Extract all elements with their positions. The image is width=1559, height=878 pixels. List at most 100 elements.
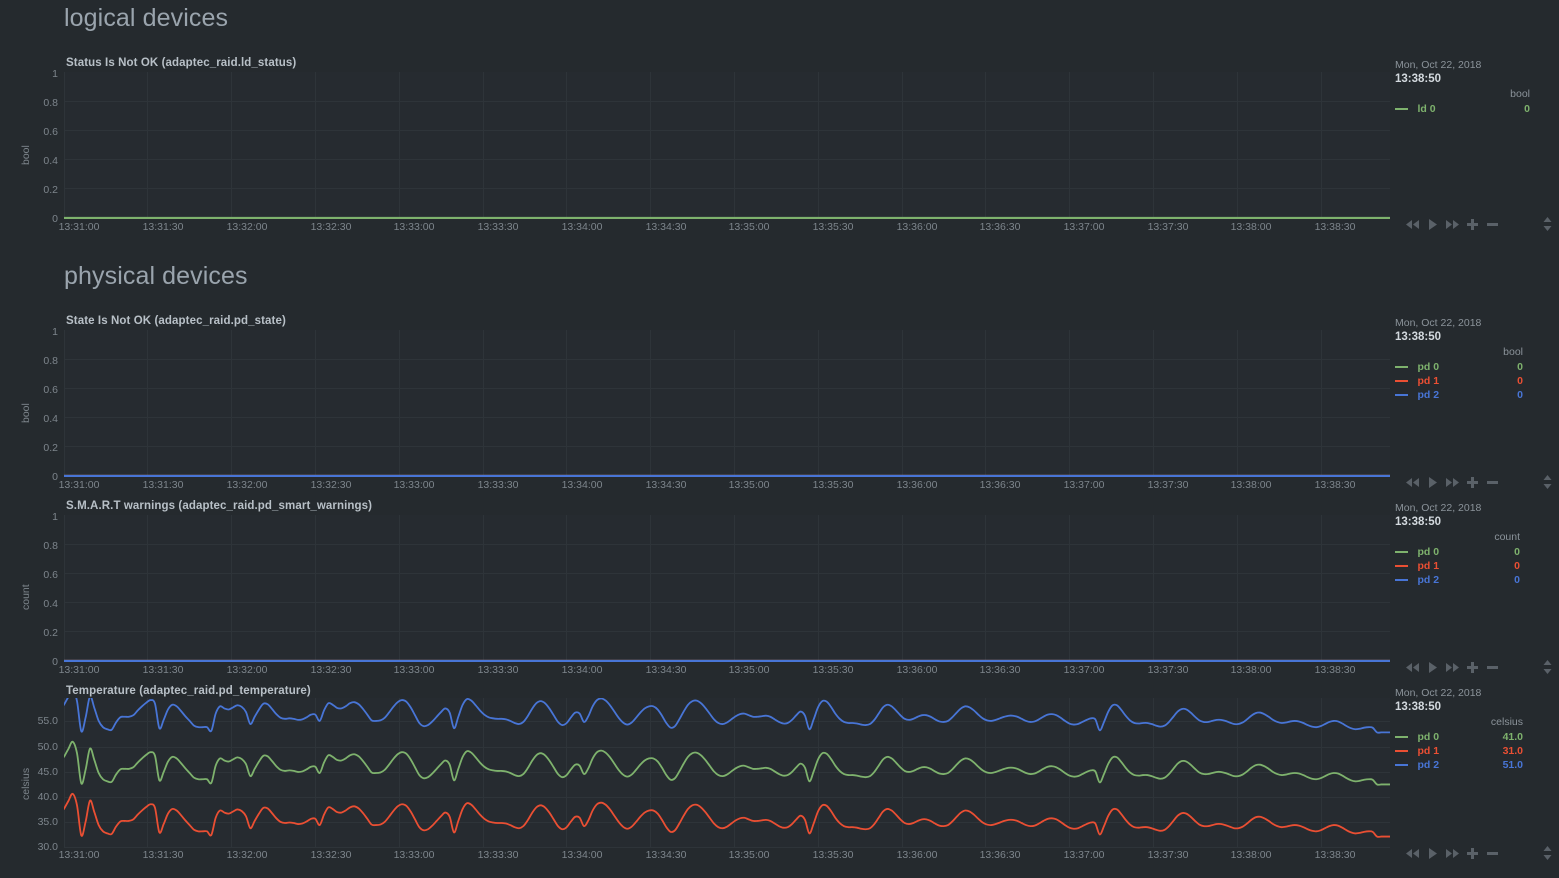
y-tick: 0.4 bbox=[43, 413, 58, 425]
legend-color-swatch bbox=[1395, 735, 1408, 738]
x-tick: 13:38:30 bbox=[1314, 479, 1356, 491]
x-tick: 13:38:30 bbox=[1314, 664, 1356, 676]
x-tick: 13:34:30 bbox=[645, 221, 687, 233]
legend-item[interactable]: pd 2 51.0 bbox=[1395, 758, 1523, 772]
plot-area-pd-state[interactable] bbox=[64, 330, 1390, 477]
legend-series-value: 0 bbox=[1517, 375, 1523, 387]
x-tick: 13:38:30 bbox=[1314, 221, 1356, 233]
panel-controls-pd-temperature bbox=[1404, 845, 1559, 861]
gridlines bbox=[64, 330, 1390, 477]
play-button[interactable] bbox=[1424, 659, 1441, 675]
rewind-button[interactable] bbox=[1404, 474, 1421, 490]
y-tick: 35.0 bbox=[37, 816, 58, 828]
y-tick: 0.6 bbox=[43, 569, 58, 581]
legend-color-swatch bbox=[1395, 365, 1408, 368]
series-pd-2 bbox=[64, 698, 1390, 734]
x-tick: 13:32:00 bbox=[226, 849, 268, 861]
x-tick: 13:38:00 bbox=[1230, 221, 1272, 233]
fast-forward-button[interactable] bbox=[1444, 845, 1461, 861]
y-tick: 45.0 bbox=[37, 766, 58, 778]
resize-handle[interactable] bbox=[1539, 474, 1556, 490]
zoom-in-button[interactable] bbox=[1464, 659, 1481, 675]
legend-series-name: ld 0 bbox=[1417, 103, 1436, 115]
zoom-out-button[interactable] bbox=[1484, 659, 1501, 675]
legend-time: 13:38:50 bbox=[1395, 701, 1442, 713]
panel-title-pd-smart-warnings: S.M.A.R.T warnings (adaptec_raid.pd_smar… bbox=[66, 500, 373, 512]
panel-controls-ld-status bbox=[1404, 216, 1559, 232]
section-header-physical-devices: physical devices bbox=[64, 262, 248, 290]
series-pd-0 bbox=[64, 740, 1390, 786]
zoom-out-button[interactable] bbox=[1484, 216, 1501, 232]
x-tick: 13:34:30 bbox=[645, 664, 687, 676]
legend-series-name: pd 0 bbox=[1417, 361, 1440, 373]
x-tick: 13:33:30 bbox=[477, 849, 519, 861]
x-tick: 13:35:30 bbox=[812, 479, 854, 491]
legend-item[interactable]: ld 0 0 bbox=[1395, 102, 1530, 116]
x-tick: 13:33:00 bbox=[393, 221, 435, 233]
legend-series-value: 0 bbox=[1517, 361, 1523, 373]
play-button[interactable] bbox=[1424, 474, 1441, 490]
x-tick: 13:31:00 bbox=[58, 221, 100, 233]
y-tick: 0.8 bbox=[43, 355, 58, 367]
x-tick: 13:34:00 bbox=[561, 849, 603, 861]
x-tick: 13:36:30 bbox=[979, 479, 1021, 491]
rewind-button[interactable] bbox=[1404, 845, 1421, 861]
x-tick: 13:35:30 bbox=[812, 221, 854, 233]
x-tick: 13:33:30 bbox=[477, 221, 519, 233]
legend-series-name: pd 1 bbox=[1417, 375, 1440, 387]
plot-area-pd-temperature[interactable] bbox=[64, 698, 1390, 848]
fast-forward-button[interactable] bbox=[1444, 659, 1461, 675]
panel-title-pd-temperature: Temperature (adaptec_raid.pd_temperature… bbox=[66, 685, 311, 697]
legend-pd-smart-warnings: Mon, Oct 22, 2018 13:38:50 count pd 0 0 … bbox=[1395, 501, 1520, 587]
resize-handle[interactable] bbox=[1539, 659, 1556, 675]
x-tick: 13:38:00 bbox=[1230, 479, 1272, 491]
legend-time: 13:38:50 bbox=[1395, 73, 1442, 85]
zoom-out-button[interactable] bbox=[1484, 845, 1501, 861]
x-tick: 13:31:00 bbox=[58, 479, 100, 491]
plot-svg-pd-temperature bbox=[64, 698, 1390, 848]
y-tick: 0.8 bbox=[43, 97, 58, 109]
zoom-out-button[interactable] bbox=[1484, 474, 1501, 490]
legend-item[interactable]: pd 2 0 bbox=[1395, 573, 1520, 587]
legend-date: Mon, Oct 22, 2018 bbox=[1395, 687, 1482, 699]
play-button[interactable] bbox=[1424, 845, 1441, 861]
play-button[interactable] bbox=[1424, 216, 1441, 232]
x-tick: 13:33:30 bbox=[477, 664, 519, 676]
plot-svg-pd-state bbox=[64, 330, 1390, 477]
legend-series-value: 0 bbox=[1517, 389, 1523, 401]
legend-color-swatch bbox=[1395, 564, 1408, 567]
zoom-in-button[interactable] bbox=[1464, 216, 1481, 232]
x-tick: 13:32:30 bbox=[310, 479, 352, 491]
y-tick: 55.0 bbox=[37, 715, 58, 727]
y-tick: 50.0 bbox=[37, 741, 58, 753]
y-tick: 0 bbox=[52, 471, 58, 483]
legend-color-swatch bbox=[1395, 107, 1408, 110]
legend-series-value: 31.0 bbox=[1502, 745, 1523, 757]
zoom-in-button[interactable] bbox=[1464, 474, 1481, 490]
legend-ld-status: Mon, Oct 22, 2018 13:38:50 bool ld 0 0 bbox=[1395, 58, 1530, 116]
gridlines bbox=[64, 698, 1390, 848]
legend-color-swatch bbox=[1395, 379, 1408, 382]
x-tick: 13:32:30 bbox=[310, 221, 352, 233]
x-tick: 13:37:00 bbox=[1063, 849, 1105, 861]
legend-date: Mon, Oct 22, 2018 bbox=[1395, 502, 1482, 514]
rewind-button[interactable] bbox=[1404, 659, 1421, 675]
fast-forward-button[interactable] bbox=[1444, 216, 1461, 232]
legend-series-value: 41.0 bbox=[1502, 731, 1523, 743]
plot-svg-pd-smart-warnings bbox=[64, 515, 1390, 662]
x-tick: 13:33:30 bbox=[477, 479, 519, 491]
x-tick: 13:36:00 bbox=[896, 849, 938, 861]
x-tick: 13:38:00 bbox=[1230, 849, 1272, 861]
plot-area-ld-status[interactable] bbox=[64, 72, 1390, 219]
plot-area-pd-smart-warnings[interactable] bbox=[64, 515, 1390, 662]
section-header-logical-devices: logical devices bbox=[64, 4, 229, 32]
zoom-in-button[interactable] bbox=[1464, 845, 1481, 861]
legend-item[interactable]: pd 2 0 bbox=[1395, 388, 1523, 402]
fast-forward-button[interactable] bbox=[1444, 474, 1461, 490]
rewind-button[interactable] bbox=[1404, 216, 1421, 232]
legend-date: Mon, Oct 22, 2018 bbox=[1395, 59, 1482, 71]
resize-handle[interactable] bbox=[1539, 845, 1556, 861]
resize-handle[interactable] bbox=[1539, 216, 1556, 232]
y-tick: 0.6 bbox=[43, 126, 58, 138]
plot-svg-ld-status bbox=[64, 72, 1390, 219]
